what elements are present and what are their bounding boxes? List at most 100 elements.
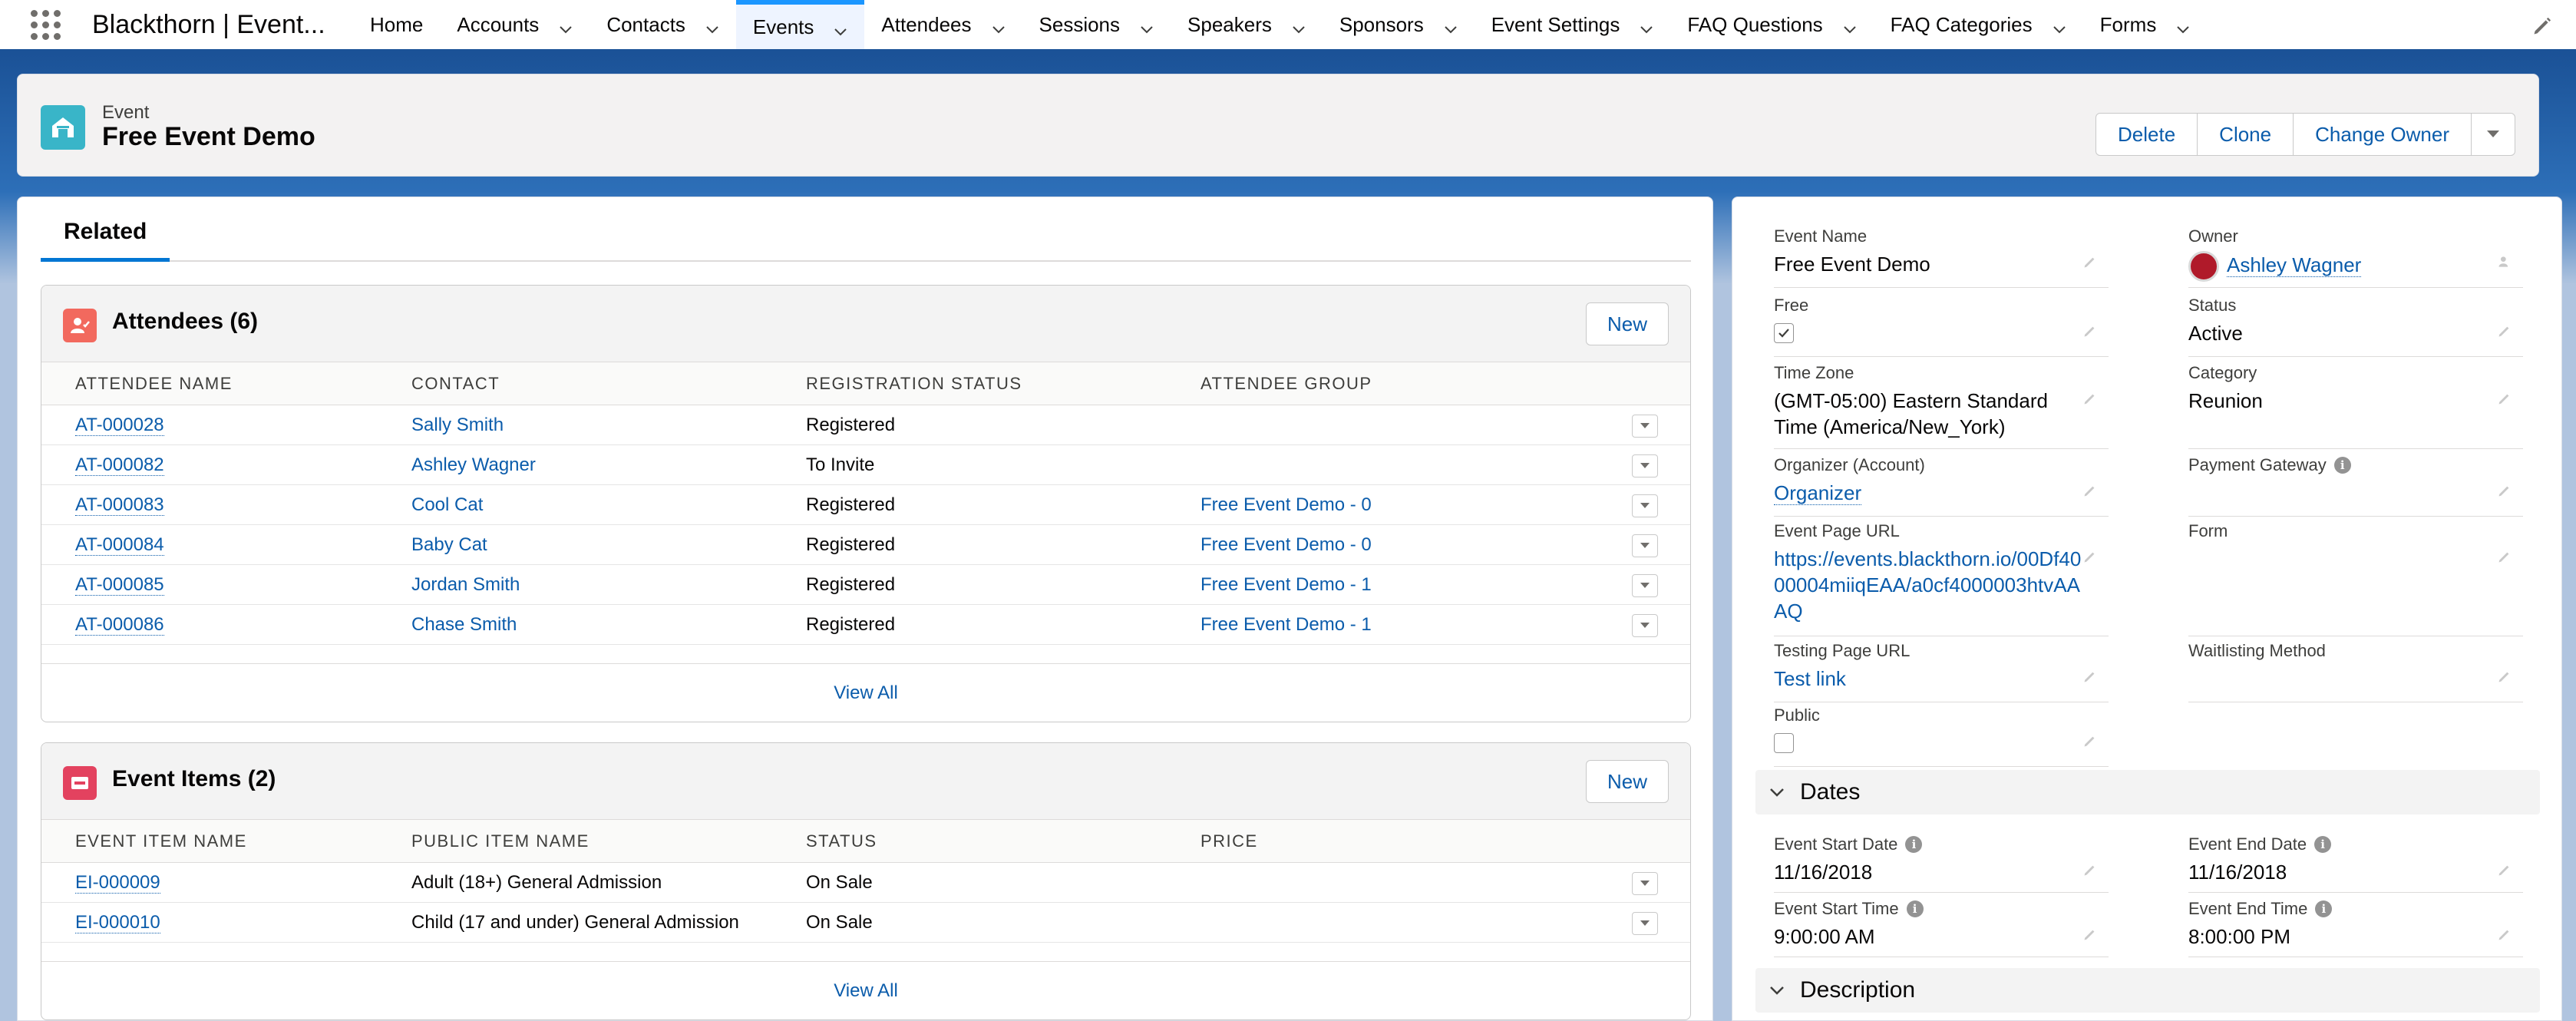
new-attendee-button[interactable]: New (1586, 302, 1669, 345)
chevron-down-icon (1770, 986, 1784, 995)
nav-item-sponsors[interactable]: Sponsors (1323, 0, 1475, 49)
event-item-name-link[interactable]: EI-000010 (75, 911, 160, 933)
attendees-view-all-link[interactable]: View All (41, 663, 1690, 722)
chevron-down-icon[interactable] (2053, 18, 2066, 34)
column-header[interactable]: ATTENDEE NAME (41, 374, 411, 394)
row-actions-button[interactable] (1632, 534, 1658, 557)
edit-pencil-icon[interactable] (2082, 549, 2098, 564)
edit-pencil-icon[interactable] (2082, 254, 2098, 269)
attendee-name-link[interactable]: AT-000086 (75, 613, 164, 636)
edit-pencil-icon[interactable] (2497, 483, 2512, 498)
edit-pencil-icon[interactable] (2082, 483, 2098, 498)
registration-status: To Invite (806, 454, 875, 475)
attendee-group-link[interactable]: Free Event Demo - 1 (1200, 614, 1372, 635)
event-items-view-all-link[interactable]: View All (41, 961, 1690, 1019)
nav-item-events[interactable]: Events (735, 0, 865, 49)
edit-pencil-icon[interactable] (2082, 669, 2098, 684)
chevron-down-icon[interactable] (1292, 18, 1306, 34)
attendee-name-link[interactable]: AT-000082 (75, 454, 164, 476)
info-icon[interactable]: i (2333, 457, 2351, 474)
attendee-name-link[interactable]: AT-000028 (75, 414, 164, 436)
edit-pencil-icon[interactable] (2497, 323, 2512, 339)
contact-link[interactable]: Jordan Smith (411, 574, 520, 595)
contact-link[interactable]: Cool Cat (411, 494, 483, 515)
contact-link[interactable]: Baby Cat (411, 534, 487, 555)
chevron-down-icon (1640, 623, 1650, 628)
delete-button[interactable]: Delete (2096, 114, 2198, 155)
nav-item-event-settings[interactable]: Event Settings (1475, 0, 1671, 49)
nav-item-faq-questions[interactable]: FAQ Questions (1670, 0, 1873, 49)
contact-link[interactable]: Sally Smith (411, 415, 504, 435)
attendee-name-link[interactable]: AT-000085 (75, 573, 164, 596)
edit-pencil-icon[interactable] (2497, 669, 2512, 684)
clone-button[interactable]: Clone (2198, 114, 2294, 155)
edit-pencil-icon[interactable] (2082, 862, 2098, 877)
nav-item-sessions[interactable]: Sessions (1022, 0, 1171, 49)
nav-item-attendees[interactable]: Attendees (864, 0, 1022, 49)
edit-pencil-icon[interactable] (2082, 927, 2098, 942)
chevron-down-icon[interactable] (705, 18, 719, 34)
info-icon[interactable]: i (2314, 836, 2332, 853)
chevron-down-icon[interactable] (2176, 18, 2190, 34)
column-header[interactable]: EVENT ITEM NAME (41, 831, 411, 851)
info-icon[interactable]: i (1905, 836, 1923, 853)
contact-link[interactable]: Ashley Wagner (411, 454, 536, 475)
row-actions-button[interactable] (1632, 454, 1658, 477)
row-actions-button[interactable] (1632, 494, 1658, 517)
column-header[interactable]: PUBLIC ITEM NAME (411, 831, 806, 851)
attendee-name-link[interactable]: AT-000084 (75, 534, 164, 556)
change-owner-button[interactable]: Change Owner (2294, 114, 2472, 155)
nav-item-speakers[interactable]: Speakers (1171, 0, 1323, 49)
contact-link[interactable]: Chase Smith (411, 614, 517, 635)
row-actions-button[interactable] (1632, 912, 1658, 935)
nav-item-accounts[interactable]: Accounts (440, 0, 590, 49)
column-header[interactable]: CONTACT (411, 374, 806, 394)
chevron-down-icon[interactable] (1640, 18, 1653, 34)
edit-pencil-icon[interactable] (2497, 391, 2512, 406)
chevron-down-icon[interactable] (1843, 18, 1857, 34)
edit-pencil-icon[interactable] (2082, 323, 2098, 339)
chevron-down-icon[interactable] (992, 18, 1006, 34)
edit-pencil-icon[interactable] (2082, 391, 2098, 406)
column-header[interactable]: ATTENDEE GROUP (1200, 374, 1595, 394)
owner-link[interactable]: Ashley Wagner (2227, 253, 2362, 277)
nav-item-home[interactable]: Home (353, 0, 440, 49)
nav-item-faq-categories[interactable]: FAQ Categories (1874, 0, 2083, 49)
chevron-down-icon[interactable] (834, 20, 847, 36)
column-header[interactable]: STATUS (806, 831, 1200, 851)
nav-item-forms[interactable]: Forms (2083, 0, 2208, 49)
chevron-down-icon[interactable] (559, 18, 573, 34)
row-actions-button[interactable] (1632, 872, 1658, 895)
chevron-down-icon[interactable] (1140, 18, 1154, 34)
dates-section-header[interactable]: Dates (1755, 770, 2540, 814)
event-item-name-link[interactable]: EI-000009 (75, 871, 160, 894)
edit-nav-pencil-icon[interactable] (2531, 15, 2553, 37)
attendee-group-link[interactable]: Free Event Demo - 1 (1200, 574, 1372, 595)
edit-pencil-icon[interactable] (2082, 733, 2098, 748)
attendee-group-link[interactable]: Free Event Demo - 0 (1200, 494, 1372, 515)
row-actions-button[interactable] (1632, 574, 1658, 597)
edit-pencil-icon[interactable] (2497, 549, 2512, 564)
info-icon[interactable]: i (1906, 900, 1924, 917)
change-owner-icon[interactable] (2497, 254, 2512, 269)
new-event-item-button[interactable]: New (1586, 760, 1669, 803)
field-label: Event End Date (2188, 834, 2307, 854)
organizer-link[interactable]: Organizer (1774, 481, 1862, 505)
edit-pencil-icon[interactable] (2497, 927, 2512, 942)
column-header[interactable]: REGISTRATION STATUS (806, 374, 1200, 394)
attendee-group-link[interactable]: Free Event Demo - 0 (1200, 534, 1372, 555)
row-actions-button[interactable] (1632, 415, 1658, 438)
info-icon[interactable]: i (2315, 900, 2333, 917)
testing-page-url-link[interactable]: Test link (1774, 666, 2109, 692)
app-launcher-icon[interactable] (31, 9, 61, 40)
row-actions-button[interactable] (1632, 614, 1658, 637)
attendee-name-link[interactable]: AT-000083 (75, 494, 164, 516)
chevron-down-icon[interactable] (1444, 18, 1458, 34)
more-actions-button[interactable] (2472, 114, 2515, 155)
column-header[interactable]: PRICE (1200, 831, 1595, 851)
nav-item-contacts[interactable]: Contacts (590, 0, 736, 49)
event-page-url-link[interactable]: https://events.blackthorn.io/00Df4000004… (1774, 546, 2084, 624)
edit-pencil-icon[interactable] (2497, 862, 2512, 877)
tab-related[interactable]: Related (41, 219, 170, 262)
description-section-header[interactable]: Description (1755, 968, 2540, 1013)
